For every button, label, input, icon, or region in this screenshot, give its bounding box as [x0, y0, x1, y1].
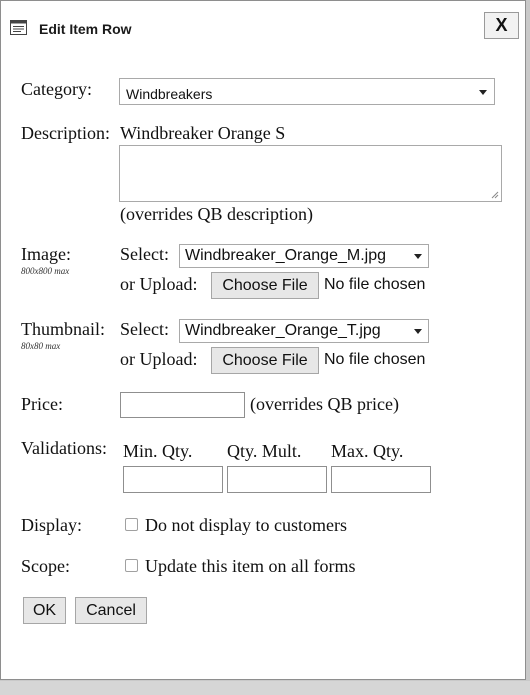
close-icon: X: [495, 15, 508, 35]
description-label: Description:: [21, 123, 110, 143]
image-label: Image:: [21, 244, 71, 264]
image-size-hint: 800x800 max: [21, 266, 70, 276]
description-current-text: Windbreaker Orange S: [120, 123, 286, 143]
max-qty-label: Max. Qty.: [331, 441, 404, 461]
price-note: (overrides QB price): [250, 394, 399, 414]
cancel-button[interactable]: Cancel: [75, 597, 147, 624]
chevron-down-icon: [414, 254, 422, 259]
price-input[interactable]: [120, 392, 245, 418]
dialog-title: Edit Item Row: [39, 21, 132, 37]
min-qty-label: Min. Qty.: [123, 441, 193, 461]
update-all-forms-label: Update this item on all forms: [145, 556, 356, 576]
thumbnail-selected-value: Windbreaker_Orange_T.jpg: [185, 322, 381, 339]
description-note: (overrides QB description): [120, 204, 313, 224]
category-select[interactable]: Windbreakers: [119, 78, 495, 105]
validations-label: Validations:: [21, 438, 107, 458]
thumbnail-upload-label: or Upload:: [120, 349, 198, 369]
thumbnail-choose-file-button[interactable]: Choose File: [211, 347, 319, 374]
category-selected-value: Windbreakers: [126, 86, 213, 102]
close-button[interactable]: X: [484, 12, 519, 39]
resize-grip-icon[interactable]: [491, 191, 499, 199]
thumbnail-label: Thumbnail:: [21, 319, 105, 339]
description-textarea[interactable]: [119, 145, 502, 202]
qty-mult-label: Qty. Mult.: [227, 441, 302, 461]
thumbnail-size-hint: 80x80 max: [21, 341, 61, 351]
do-not-display-label: Do not display to customers: [145, 515, 347, 535]
min-qty-input[interactable]: [123, 466, 223, 493]
image-choose-file-button[interactable]: Choose File: [211, 272, 319, 299]
ok-button[interactable]: OK: [23, 597, 66, 624]
category-label: Category:: [21, 79, 92, 99]
thumbnail-select-label: Select:: [120, 319, 169, 339]
scope-label: Scope:: [21, 556, 70, 576]
price-label: Price:: [21, 394, 63, 414]
chevron-down-icon: [414, 329, 422, 334]
thumbnail-select[interactable]: Windbreaker_Orange_T.jpg: [179, 319, 429, 343]
background-page: [0, 681, 530, 695]
image-selected-value: Windbreaker_Orange_M.jpg: [185, 247, 386, 264]
image-upload-label: or Upload:: [120, 274, 198, 294]
do-not-display-checkbox[interactable]: [125, 518, 138, 531]
chevron-down-icon: [479, 90, 487, 95]
update-all-forms-checkbox[interactable]: [125, 559, 138, 572]
image-no-file-text: No file chosen: [324, 276, 426, 293]
window-form-icon: [10, 20, 27, 35]
display-label: Display:: [21, 515, 82, 535]
thumbnail-no-file-text: No file chosen: [324, 351, 426, 368]
image-select-label: Select:: [120, 244, 169, 264]
max-qty-input[interactable]: [331, 466, 431, 493]
edit-item-dialog: Edit Item Row X Category: Windbreakers D…: [0, 0, 526, 680]
qty-mult-input[interactable]: [227, 466, 327, 493]
image-select[interactable]: Windbreaker_Orange_M.jpg: [179, 244, 429, 268]
dialog-titlebar[interactable]: Edit Item Row X: [1, 1, 525, 47]
